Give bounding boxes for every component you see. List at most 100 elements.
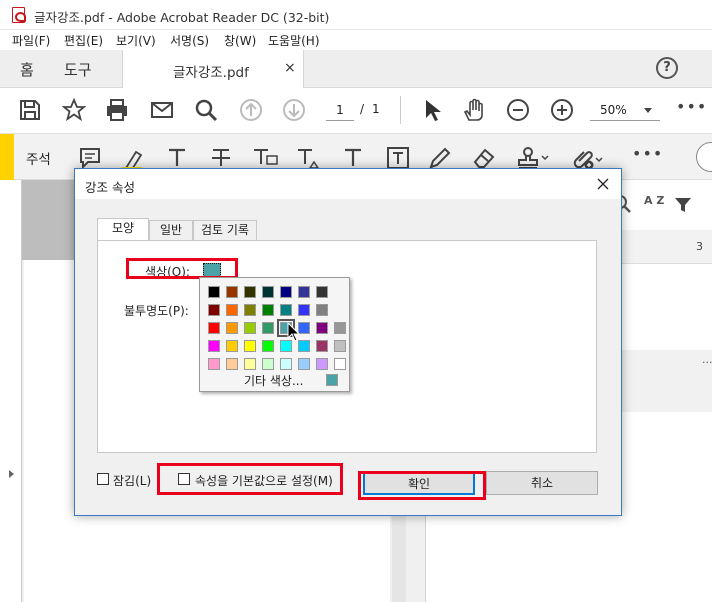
palette-color-swatch[interactable] bbox=[262, 304, 274, 316]
palette-color-swatch[interactable] bbox=[208, 286, 220, 298]
select-cursor-icon[interactable] bbox=[420, 98, 444, 122]
tab-home[interactable]: 홈 bbox=[20, 59, 34, 80]
page-down-icon[interactable] bbox=[282, 98, 306, 122]
palette-color-swatch[interactable] bbox=[298, 304, 310, 316]
menu-edit[interactable]: 편집(E) bbox=[64, 32, 103, 49]
star-icon[interactable] bbox=[62, 98, 86, 122]
close-comment-toolbar-button[interactable] bbox=[696, 142, 712, 172]
close-icon[interactable] bbox=[593, 174, 613, 194]
palette-color-swatch[interactable] bbox=[280, 304, 292, 316]
more-colors-link[interactable]: 기타 색상... bbox=[244, 372, 303, 389]
tab-appearance[interactable]: 모양 bbox=[97, 218, 149, 240]
palette-color-swatch[interactable] bbox=[334, 358, 346, 370]
left-nav-strip bbox=[0, 180, 22, 602]
palette-color-swatch[interactable] bbox=[280, 358, 292, 370]
palette-color-swatch[interactable] bbox=[226, 286, 238, 298]
mouse-cursor-icon bbox=[287, 322, 301, 342]
save-icon[interactable] bbox=[18, 98, 42, 122]
comment-accent-bar bbox=[0, 134, 14, 180]
menu-help[interactable]: 도움말(H) bbox=[268, 32, 320, 49]
palette-color-swatch[interactable] bbox=[244, 358, 256, 370]
chevron-down-icon bbox=[644, 108, 652, 113]
help-icon[interactable]: ? bbox=[656, 57, 678, 79]
zoom-value: 50% bbox=[600, 103, 627, 117]
sticky-note-icon[interactable] bbox=[78, 146, 102, 170]
palette-color-swatch[interactable] bbox=[244, 286, 256, 298]
lock-checkbox[interactable] bbox=[97, 473, 109, 485]
zoom-select[interactable]: 50% bbox=[590, 99, 660, 121]
palette-color-swatch[interactable] bbox=[226, 358, 238, 370]
acrobat-pdf-icon bbox=[12, 7, 26, 23]
filter-icon[interactable] bbox=[674, 196, 692, 214]
menu-window[interactable]: 창(W) bbox=[224, 32, 256, 49]
strikethrough-icon[interactable] bbox=[210, 146, 232, 170]
tab-bar: 홈 도구 글자강조.pdf × ? bbox=[0, 50, 712, 88]
palette-color-swatch[interactable] bbox=[334, 322, 346, 334]
cancel-button[interactable]: 취소 bbox=[486, 471, 598, 495]
text-box-icon[interactable] bbox=[386, 146, 410, 170]
menu-bar: 파일(F) 편집(E) 보기(V) 서명(S) 창(W) 도움말(H) bbox=[0, 30, 712, 50]
tab-tools[interactable]: 도구 bbox=[64, 59, 92, 80]
page-up-icon[interactable] bbox=[239, 98, 263, 122]
tab-document[interactable]: 글자강조.pdf × bbox=[122, 50, 304, 88]
palette-color-swatch[interactable] bbox=[226, 340, 238, 352]
main-toolbar: 1 / 1 50% ••• bbox=[0, 88, 712, 134]
opacity-label: 불투명도(P): bbox=[124, 304, 189, 318]
tab-review-history[interactable]: 검토 기록 bbox=[193, 220, 257, 240]
more-tools-icon[interactable]: ••• bbox=[676, 97, 707, 116]
palette-color-swatch[interactable] bbox=[244, 304, 256, 316]
menu-file[interactable]: 파일(F) bbox=[12, 32, 50, 49]
title-bar: 글자강조.pdf - Adobe Acrobat Reader DC (32-b… bbox=[0, 0, 712, 30]
palette-color-swatch[interactable] bbox=[208, 322, 220, 334]
palette-color-swatch[interactable] bbox=[316, 340, 328, 352]
custom-color-swatch[interactable] bbox=[326, 374, 338, 386]
search-icon[interactable] bbox=[194, 98, 218, 122]
expand-nav-icon[interactable] bbox=[9, 470, 14, 478]
palette-color-swatch[interactable] bbox=[262, 340, 274, 352]
palette-color-swatch[interactable] bbox=[316, 358, 328, 370]
palette-color-swatch[interactable] bbox=[262, 286, 274, 298]
palette-color-swatch[interactable] bbox=[208, 340, 220, 352]
color-palette-popup: 기타 색상... bbox=[199, 277, 350, 392]
comment-more-icon[interactable]: ··· bbox=[702, 356, 712, 369]
palette-color-swatch[interactable] bbox=[208, 304, 220, 316]
dialog-title-bar: 강조 속성 bbox=[75, 169, 621, 199]
page-number-input[interactable]: 1 bbox=[326, 99, 354, 121]
text-strike-icon[interactable] bbox=[166, 146, 188, 170]
replace-text-icon[interactable] bbox=[252, 146, 278, 170]
palette-color-swatch[interactable] bbox=[316, 322, 328, 334]
palette-color-swatch[interactable] bbox=[244, 340, 256, 352]
palette-color-swatch[interactable] bbox=[262, 322, 274, 334]
menu-view[interactable]: 보기(V) bbox=[116, 32, 156, 49]
palette-color-swatch[interactable] bbox=[316, 286, 328, 298]
palette-color-swatch[interactable] bbox=[262, 358, 274, 370]
palette-color-swatch[interactable] bbox=[244, 322, 256, 334]
page-total: 1 bbox=[372, 102, 380, 116]
zoom-out-icon[interactable] bbox=[506, 98, 530, 122]
close-tab-icon[interactable]: × bbox=[284, 60, 296, 76]
sort-az-icon[interactable]: A Z bbox=[644, 195, 664, 206]
tab-general[interactable]: 일반 bbox=[149, 220, 193, 240]
palette-color-swatch[interactable] bbox=[226, 304, 238, 316]
email-icon[interactable] bbox=[150, 98, 174, 122]
palette-color-swatch[interactable] bbox=[316, 304, 328, 316]
toolbar-divider bbox=[400, 96, 401, 124]
palette-color-swatch[interactable] bbox=[280, 286, 292, 298]
palette-color-swatch[interactable] bbox=[208, 358, 220, 370]
palette-color-swatch[interactable] bbox=[298, 286, 310, 298]
dialog-title: 강조 속성 bbox=[85, 180, 135, 195]
zoom-in-icon[interactable] bbox=[550, 98, 574, 122]
red-highlight-color bbox=[126, 258, 238, 279]
palette-color-swatch[interactable] bbox=[298, 358, 310, 370]
pencil-icon[interactable] bbox=[428, 146, 452, 170]
eraser-icon[interactable] bbox=[472, 146, 496, 170]
lock-label: 잠김(L) bbox=[113, 474, 152, 488]
add-text-icon[interactable] bbox=[342, 146, 364, 170]
hand-icon[interactable] bbox=[462, 98, 486, 122]
stamp-icon[interactable] bbox=[516, 146, 550, 170]
more-comment-tools-icon[interactable]: ••• bbox=[632, 144, 663, 163]
palette-color-swatch[interactable] bbox=[334, 340, 346, 352]
palette-color-swatch[interactable] bbox=[226, 322, 238, 334]
menu-sign[interactable]: 서명(S) bbox=[170, 32, 209, 49]
print-icon[interactable] bbox=[105, 98, 129, 122]
